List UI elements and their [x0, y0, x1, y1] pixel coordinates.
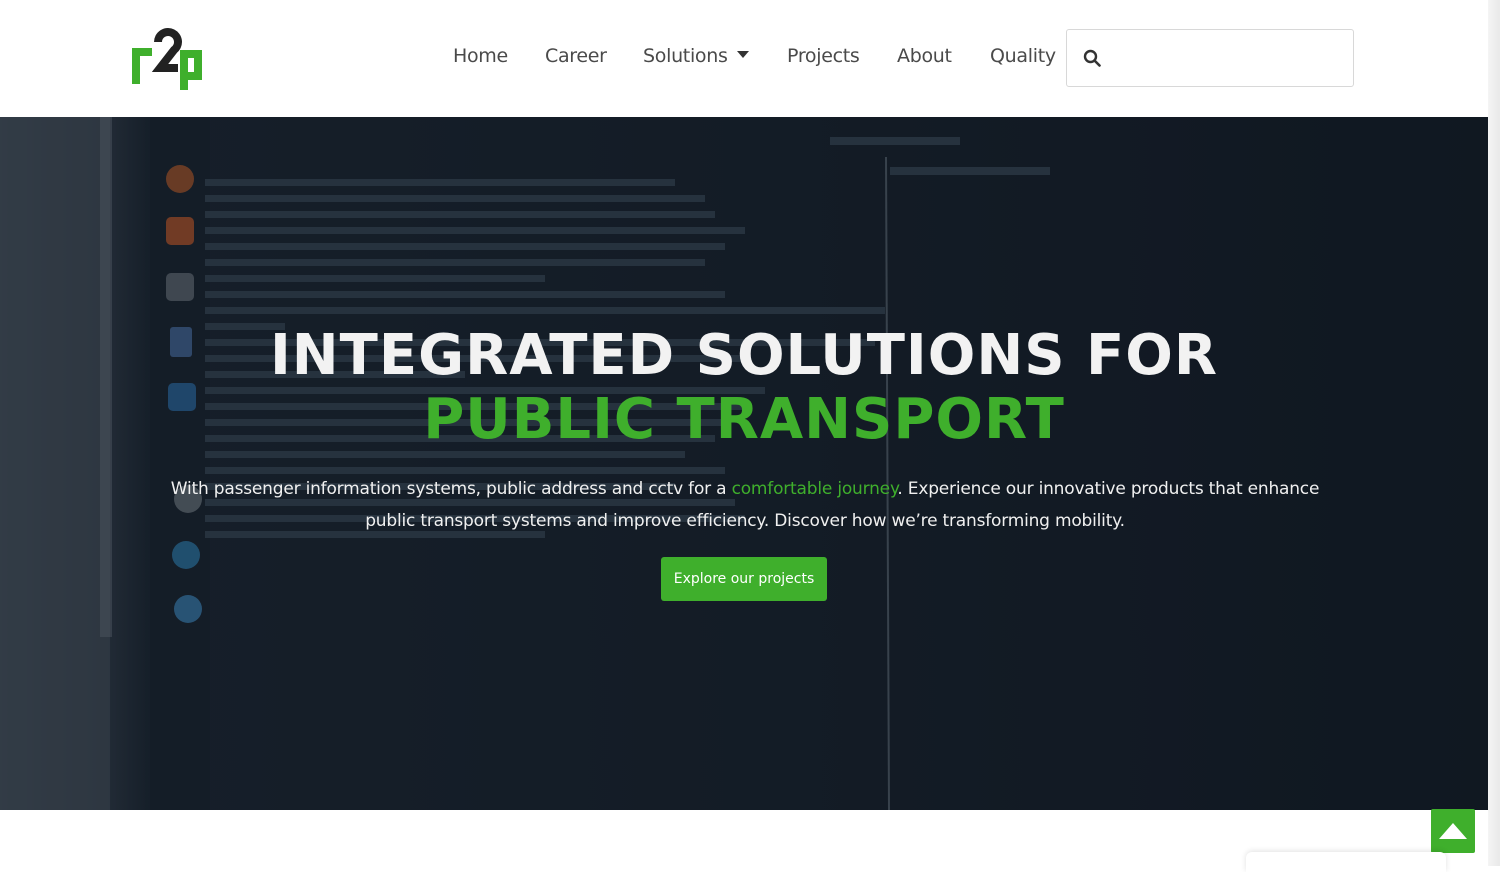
hero-desc-accent: comfortable journey [731, 479, 898, 499]
hero-description: With passenger information systems, publ… [150, 473, 1340, 537]
scroll-to-top-button[interactable] [1431, 809, 1475, 853]
nav-home[interactable]: Home [453, 45, 508, 71]
hero-desc-part1: With passenger information systems, publ… [170, 479, 732, 499]
explore-projects-button[interactable]: Explore our projects [661, 557, 827, 601]
caret-down-icon [736, 51, 749, 58]
nav-quality[interactable]: Quality [990, 45, 1056, 71]
nav-solutions-label: Solutions [643, 45, 728, 67]
hero-title-line1: INTEGRATED SOLUTIONS FOR [269, 323, 1219, 388]
arrow-up-icon [1439, 823, 1467, 839]
nav-about[interactable]: About [897, 45, 952, 71]
hero-section: INTEGRATED SOLUTIONS FOR PUBLIC TRANSPOR… [0, 117, 1488, 810]
hero-title-line2: PUBLIC TRANSPORT [423, 387, 1065, 452]
nav-projects[interactable]: Projects [787, 45, 860, 71]
page-scrollbar[interactable] [1488, 0, 1500, 866]
floating-widget[interactable] [1246, 852, 1446, 872]
search-box[interactable] [1066, 29, 1354, 87]
site-header: Home Career Solutions Projects About Qua… [0, 0, 1488, 117]
r2p-logo[interactable] [132, 28, 204, 90]
nav-solutions[interactable]: Solutions [643, 45, 749, 71]
search-input[interactable] [1111, 38, 1345, 78]
hero-overlay [0, 117, 1488, 810]
search-icon[interactable] [1083, 49, 1101, 67]
nav-career[interactable]: Career [545, 45, 607, 71]
